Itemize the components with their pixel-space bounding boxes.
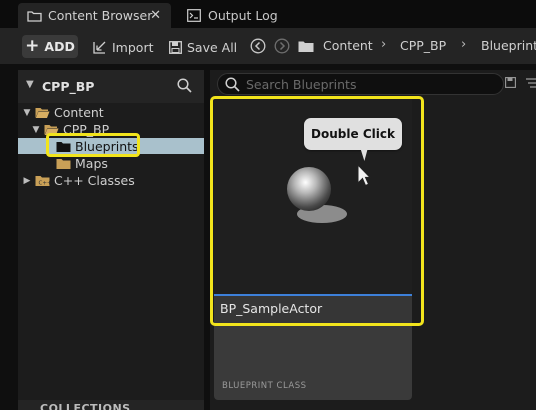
breadcrumb-separator-icon[interactable]: › — [461, 37, 466, 52]
tree-label: Maps — [75, 156, 108, 171]
toolbar: + ADD Import Save All Content › CPP_BP ›… — [0, 28, 536, 64]
tree-item-cpp-classes[interactable]: ▶ C++ C++ Classes — [22, 172, 135, 189]
terminal-icon — [186, 9, 202, 23]
breadcrumb-separator-icon[interactable]: › — [381, 37, 386, 52]
collapse-icon[interactable]: ▼ — [26, 79, 34, 90]
tab-label: Output Log — [208, 8, 278, 23]
search-box[interactable] — [217, 73, 504, 95]
tree-item-maps[interactable]: Maps — [56, 155, 108, 172]
blueprints-highlight-box — [46, 133, 140, 157]
tab-content-browser[interactable]: Content Browser ✕ — [18, 3, 171, 28]
expand-arrow-icon[interactable]: ▶ — [22, 176, 32, 186]
filter-icon[interactable] — [526, 78, 536, 88]
save-icon — [169, 40, 182, 54]
folder-icon — [56, 158, 71, 169]
search-icon[interactable] — [177, 78, 192, 93]
save-all-button[interactable]: Save All — [169, 38, 237, 56]
asset-class-area: BLUEPRINT CLASS — [214, 326, 412, 400]
breadcrumb-content[interactable]: Content — [323, 38, 373, 53]
tree-label: Content — [54, 105, 104, 120]
add-button[interactable]: + ADD — [22, 35, 78, 58]
asset-tile[interactable]: Double Click BP_SampleActor BLUEPRINT CL… — [210, 96, 424, 400]
asset-highlight-box — [210, 96, 424, 326]
folder-icon — [298, 41, 314, 52]
sources-header: ▼ CPP_BP — [18, 70, 204, 103]
sources-title: CPP_BP — [42, 79, 95, 94]
search-input[interactable] — [246, 76, 486, 92]
sources-panel: ▼ CPP_BP ▼ Content ▼ CPP_BP Blueprints M… — [18, 70, 204, 410]
import-icon — [93, 41, 106, 54]
tree-label: C++ Classes — [54, 173, 135, 188]
tab-output-log[interactable]: Output Log — [182, 3, 278, 28]
collections-label: COLLECTIONS — [40, 402, 131, 410]
expand-arrow-icon[interactable]: ▼ — [31, 125, 41, 135]
svg-text:C++: C++ — [39, 180, 51, 186]
add-label: ADD — [44, 39, 75, 54]
tree-item-content[interactable]: ▼ Content — [22, 104, 104, 121]
collections-header[interactable]: COLLECTIONS — [18, 400, 204, 410]
breadcrumb-blueprints[interactable]: Blueprints — [481, 38, 536, 53]
folder-icon — [26, 9, 42, 23]
forward-icon[interactable] — [274, 38, 290, 54]
tab-bar: Content Browser ✕ Output Log — [0, 0, 536, 28]
breadcrumb-cpp-bp[interactable]: CPP_BP — [400, 38, 446, 53]
back-icon[interactable] — [250, 38, 266, 54]
tab-label: Content Browser — [48, 8, 153, 23]
cpp-folder-icon: C++ — [35, 175, 51, 186]
save-all-label: Save All — [187, 39, 238, 55]
expand-arrow-icon[interactable]: ▼ — [22, 108, 32, 118]
save-search-icon[interactable] — [505, 77, 516, 88]
asset-view-panel: Double Click BP_SampleActor BLUEPRINT CL… — [210, 70, 536, 410]
close-icon[interactable]: ✕ — [150, 8, 161, 23]
plus-icon: + — [25, 36, 40, 56]
import-button[interactable]: Import — [93, 38, 154, 56]
search-icon — [225, 77, 240, 92]
asset-class-label: BLUEPRINT CLASS — [222, 381, 307, 391]
folder-open-icon — [35, 107, 50, 118]
import-label: Import — [112, 39, 154, 55]
